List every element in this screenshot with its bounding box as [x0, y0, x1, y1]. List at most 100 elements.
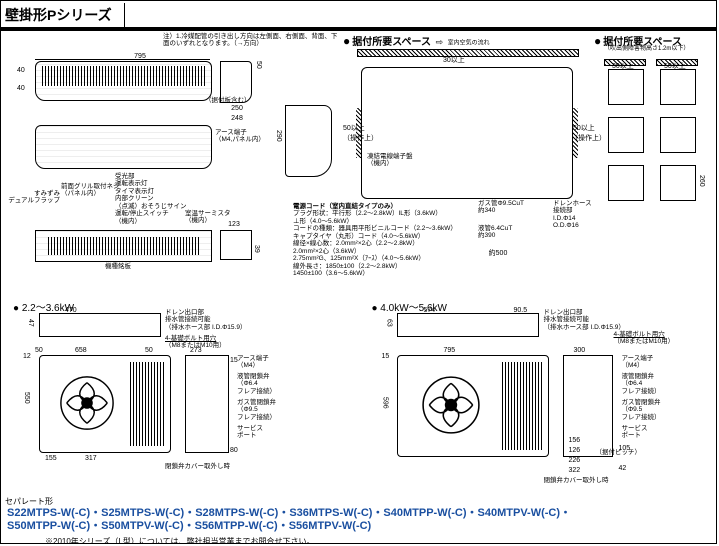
separator-label: セパレート形: [5, 496, 712, 507]
l-earth: アース端子（M4）: [621, 355, 653, 370]
dim-500: 約500: [463, 250, 533, 257]
l-d300: 300: [573, 347, 585, 354]
s-valve-liq: 液管閉鎖弁（Φ6.4フレア接続）: [237, 373, 276, 395]
cord-spec: 電源コード（室内直結タイプのみ） プラグ形状：平行形（2.2～2.8kW）IL形…: [293, 203, 473, 278]
s-cover: 閉鎖弁カバー取外し時: [165, 463, 230, 470]
bottom-side: [220, 230, 252, 260]
s-valve-gas: ガス管閉鎖弁（Φ9.5フレア接続）: [237, 399, 276, 421]
outdoor-space-f: [660, 165, 696, 201]
dim-50r: 50以上: [573, 125, 595, 132]
l-w795: 795: [443, 347, 455, 354]
model-list-area: セパレート形 S22MTPS-W(-C)・S25MTPS-W(-C)・S28MT…: [5, 496, 712, 545]
indoor-front-view: [35, 61, 212, 101]
series-title: 壁掛形Pシリーズ: [1, 3, 125, 27]
op-l: （操作上）: [343, 135, 378, 142]
s-d273: 273: [190, 347, 202, 354]
l-drain-caption: ドレン出口部 排水管接続可能 （排水ホース部 I.D.Φ15.9）: [543, 309, 624, 331]
r260: 260: [698, 175, 705, 187]
s-drain-caption: ドレン出口部 排水管接続可能 （排水ホース部 I.D.Φ15.9）: [165, 309, 246, 331]
s-d50b: 50: [145, 347, 153, 354]
fan-icon: [58, 374, 116, 432]
outdoor-space-b: [660, 69, 696, 105]
airflow-label: 室内空気の流れ: [448, 41, 490, 47]
l-w226: 226: [568, 457, 580, 464]
l-valve-liq: 液管閉鎖弁（Φ6.4フレア接続）: [621, 373, 660, 395]
l-bolt: 4-基礎ボルト用穴（M8またはM10用）: [613, 331, 674, 346]
l-valve-gas: ガス管閉鎖弁（Φ9.5フレア接続）: [621, 399, 660, 421]
freeze-terminal: 凍結電線端子盤（機内）: [367, 153, 413, 168]
dim-250-note: （据付板含む）: [205, 97, 251, 104]
dual-flap: すみずみデュアルフラップ: [5, 190, 60, 205]
indoor-front-detail: [35, 125, 212, 169]
s-w470: 470: [65, 307, 77, 314]
place-sub: （吹出側障害物高さ1.2m以下）: [604, 46, 689, 53]
s-earth: アース端子（M4）: [237, 355, 269, 370]
small-top-view: [39, 313, 161, 337]
install-rear-panel: [361, 67, 573, 199]
bullet-icon: ●: [343, 34, 350, 48]
outdoor-space-a: [608, 69, 644, 105]
title-bar: 壁掛形Pシリーズ: [1, 1, 716, 31]
dim-h290: 290: [275, 130, 282, 142]
s-h550: 550: [23, 392, 30, 404]
dim-50l: 50以上: [343, 125, 365, 132]
l-w322: 322: [568, 467, 580, 474]
install-space-header: ● 据付所要スペース: [343, 33, 431, 48]
earth-terminal: アース端子（M4,パネル内）: [215, 129, 265, 144]
outdoor-space-d: [660, 117, 696, 153]
l-cover: 閉鎖弁カバー取外し時: [543, 477, 608, 484]
dim-248: 248: [217, 115, 257, 122]
s-h12: 12: [23, 353, 31, 360]
l-h596: 596: [381, 397, 388, 409]
dim-30-top: 30以上: [443, 57, 465, 64]
s-service: サービスポート: [237, 425, 263, 440]
models-line-2: S50MTPP-W(-C)・S50MTPV-W(-C)・S56MTPP-W(-C…: [7, 520, 712, 534]
l-w126: 126: [568, 447, 580, 454]
piping-note: 注）1.冷媒配管の引き出し方向は左側面、右側面、背面、下面のいずれとなります。（…: [163, 33, 338, 48]
ceiling-hatch: [357, 49, 579, 57]
l-h63: 63: [385, 319, 392, 327]
outdoor-space-e: [608, 165, 644, 201]
s-d80: 80: [230, 447, 238, 454]
dim-39: 39: [253, 245, 260, 253]
l-d105: 105: [618, 445, 630, 452]
l-service: サービスポート: [621, 425, 647, 440]
large-top-view: [397, 313, 539, 337]
small-side-view: [185, 355, 229, 453]
s-w317: 317: [85, 455, 97, 462]
page: 壁掛形Pシリーズ 注）1.冷媒配管の引き出し方向は左側面、右側面、背面、下面のい…: [0, 0, 717, 544]
indoor-unit-area: 注）1.冷媒配管の引き出し方向は左側面、右側面、背面、下面のいずれとなります。（…: [5, 35, 712, 295]
fan-icon-2: [420, 374, 482, 436]
dim-h40b: 40: [17, 85, 25, 92]
dim-h40a: 40: [17, 67, 25, 74]
l-h15: 15: [381, 353, 389, 360]
r30: 30以上: [612, 63, 634, 70]
indoor-bottom-view: [35, 230, 212, 262]
s-d50a: 50: [35, 347, 43, 354]
r50: 50以上: [664, 63, 686, 70]
gas-pipe: ガス管Φ9.5CuT約340: [478, 200, 524, 215]
l-w905: 90.5: [513, 307, 527, 314]
large-front-view: [397, 355, 549, 457]
drain-hose: ドレンホース 接続部 I.D.Φ14 O.D.Φ16: [553, 200, 592, 230]
small-front-view: [39, 355, 171, 453]
bullet-icon-2: ●: [594, 34, 601, 48]
l-d156: 156: [568, 437, 580, 444]
dim-250: 250: [217, 105, 257, 112]
outdoor-unit-area: ● 2.2～3.6kW 470 47 ドレン出口部 排水管接続可能 （排水ホース…: [5, 297, 712, 497]
s-w155: 155: [45, 455, 57, 462]
s-w658: 658: [75, 347, 87, 354]
indoor-side-large: [285, 105, 332, 177]
dim-h50: 50: [255, 61, 262, 69]
l-w574: 574: [423, 307, 435, 314]
s-h47: 47: [27, 319, 34, 327]
liq-pipe: 液管6.4CuT約390: [478, 225, 512, 240]
arrow-icon: ⇨: [436, 37, 444, 47]
bottom-note: ※2010年シリーズ（L型）については、弊社担当営業までお問合せ下さい。: [45, 536, 712, 544]
nameplate: 機種銘板: [105, 263, 131, 270]
grille-screw: 前面グリル取付ネジ（パネル内）: [61, 183, 131, 198]
outdoor-space-c: [608, 117, 644, 153]
dim-123: 123: [220, 221, 248, 228]
l-h42: 42: [618, 465, 626, 472]
models-line-1: S22MTPS-W(-C)・S25MTPS-W(-C)・S28MTPS-W(-C…: [7, 507, 712, 521]
